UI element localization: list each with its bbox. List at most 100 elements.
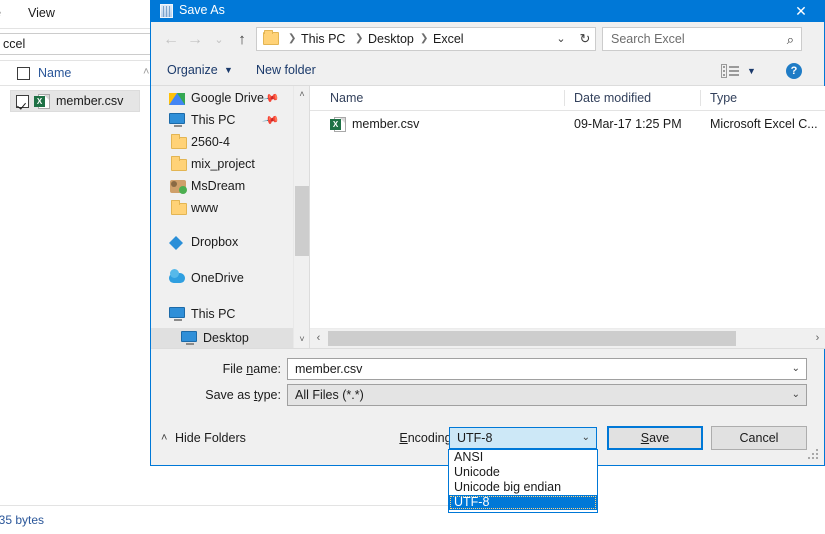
breadcrumb[interactable]: ❯ This PC ❯ Desktop ❯ Excel (256, 27, 596, 51)
chevron-down-icon[interactable]: ⌄ (582, 432, 590, 443)
save-as-type-label: Save as type: (181, 388, 281, 402)
up-icon[interactable]: ↑ (231, 29, 253, 51)
bg-status-bar: 135 bytes (0, 505, 452, 534)
bg-file-checkbox[interactable] (16, 95, 29, 108)
table-row[interactable]: X member.csv 09-Mar-17 1:25 PM Microsoft… (310, 114, 825, 136)
dropdown-option-ansi[interactable]: ANSI (449, 450, 597, 465)
scroll-down-icon[interactable]: ˅ (294, 331, 309, 348)
breadcrumb-dropdown-icon[interactable]: ⌄ (550, 27, 572, 51)
bg-file-name: member.csv (56, 94, 124, 108)
organize-button[interactable]: Organize (167, 63, 218, 77)
sidebar-item-this-pc-tree[interactable]: This PC (151, 304, 293, 326)
resize-grip[interactable] (808, 449, 820, 461)
file-name-label-post: ame: (253, 362, 281, 376)
csv-file-icon: X (330, 117, 346, 133)
chevron-down-icon[interactable]: ⌄ (792, 389, 800, 400)
save-type-label-post: ype: (257, 388, 281, 402)
recent-locations-icon[interactable]: ⌄ (208, 29, 230, 51)
column-divider[interactable] (700, 90, 701, 106)
sidebar-item-msdream[interactable]: MsDream (151, 176, 293, 198)
encoding-label-post: ncoding: (407, 431, 455, 445)
sidebar-item-2560-4[interactable]: 2560-4 (151, 132, 293, 154)
window-icon (160, 4, 173, 18)
dialog-title-bar: Save As ✕ (151, 0, 824, 22)
onedrive-icon (169, 269, 185, 283)
file-type-cell: Microsoft Excel C... (710, 117, 818, 131)
save-as-type-select[interactable]: All Files (*.*) ⌄ (287, 384, 807, 406)
sidebar-item-google-drive[interactable]: Google Drive 📌 (151, 88, 293, 110)
scroll-up-icon[interactable]: ˄ (294, 86, 309, 103)
dropdown-option-utf-8[interactable]: UTF-8 (449, 495, 597, 510)
bg-select-all-checkbox[interactable] (17, 67, 30, 80)
save-as-type-value: All Files (*.*) (295, 388, 364, 402)
file-name-input[interactable]: member.csv ⌄ (287, 358, 807, 380)
sidebar-item-label: OneDrive (191, 271, 244, 285)
cancel-button[interactable]: Cancel (711, 426, 807, 450)
chevron-down-icon[interactable]: ▼ (224, 65, 233, 75)
sidebar-item-mix-project[interactable]: mix_project (151, 154, 293, 176)
view-chevron-down-icon[interactable]: ▼ (747, 66, 756, 76)
bg-address-text: ccel (3, 37, 26, 51)
hide-folders-caret-icon[interactable]: ˄ (161, 432, 167, 444)
breadcrumb-item-excel[interactable]: Excel (433, 32, 464, 46)
dropdown-option-unicode[interactable]: Unicode (449, 465, 597, 480)
back-icon[interactable]: ← (160, 29, 182, 51)
forward-icon[interactable]: → (184, 29, 206, 51)
sidebar-item-label: 2560-4 (191, 135, 230, 149)
encoding-dropdown-list[interactable]: ANSI Unicode Unicode big endian UTF-8 (448, 449, 598, 513)
bg-content-area (160, 460, 452, 508)
view-layout-icon[interactable] (721, 64, 739, 78)
breadcrumb-separator: ❯ (420, 33, 429, 44)
screen: e View ccel Name ˄ X member.csv 135 byte… (0, 0, 825, 534)
sidebar-item-this-pc[interactable]: This PC 📌 (151, 110, 293, 132)
sidebar-item-label: Google Drive (191, 91, 264, 105)
save-button[interactable]: Save (607, 426, 703, 450)
encoding-select[interactable]: UTF-8 ⌄ (449, 427, 597, 449)
search-input[interactable]: Search Excel ⌕ (602, 27, 802, 51)
sidebar-item-www[interactable]: www (151, 198, 293, 220)
sidebar-item-desktop[interactable]: Desktop (151, 328, 309, 348)
bg-tab-view[interactable]: View (28, 6, 55, 20)
breadcrumb-item-this-pc[interactable]: This PC (301, 32, 345, 46)
column-header-date-modified[interactable]: Date modified (574, 91, 651, 105)
file-list-pane: Name Date modified Type X member.csv 09-… (310, 86, 825, 348)
scrollbar-thumb[interactable] (328, 331, 736, 346)
refresh-icon[interactable]: ↻ (574, 27, 596, 51)
scroll-left-icon[interactable]: ‹ (310, 329, 327, 348)
file-list-horizontal-scrollbar[interactable]: ‹ › (310, 328, 825, 348)
sidebar-item-label: Dropbox (191, 235, 239, 249)
bg-column-name[interactable]: Name (38, 66, 71, 80)
dropbox-icon (169, 236, 183, 250)
chevron-down-icon[interactable]: ⌄ (792, 363, 800, 374)
bg-status-text: 135 bytes (0, 513, 45, 527)
sidebar-item-dropbox[interactable]: Dropbox (151, 232, 293, 254)
close-icon[interactable]: ✕ (778, 0, 824, 22)
hide-folders-button[interactable]: Hide Folders (175, 431, 246, 445)
sidebar-item-label: This PC (191, 307, 236, 321)
file-list-column-headers: Name Date modified Type (310, 86, 825, 111)
nav-pane-scrollbar[interactable]: ˄ ˅ (293, 86, 309, 348)
pane-bottom-divider (151, 348, 825, 349)
file-name-label-pre: File (222, 362, 247, 376)
scroll-right-icon[interactable]: › (809, 329, 825, 348)
scrollbar-thumb[interactable] (295, 186, 309, 256)
dropdown-option-unicode-big-endian[interactable]: Unicode big endian (449, 480, 597, 495)
users-icon (170, 180, 187, 194)
navigation-pane: Google Drive 📌 This PC 📌 2560-4 mix_proj… (151, 86, 309, 348)
bg-tab-file[interactable]: e (0, 6, 1, 20)
search-icon: ⌕ (786, 32, 794, 47)
column-header-type[interactable]: Type (710, 91, 737, 105)
gdrive-icon (169, 93, 185, 105)
sidebar-item-onedrive[interactable]: OneDrive (151, 268, 293, 290)
help-icon[interactable]: ? (786, 63, 802, 79)
sidebar-item-label: Desktop (203, 331, 249, 345)
column-header-name[interactable]: Name (330, 91, 363, 105)
folder-icon (171, 156, 187, 171)
folder-icon (263, 30, 279, 45)
breadcrumb-item-desktop[interactable]: Desktop (368, 32, 414, 46)
sidebar-item-label: MsDream (191, 179, 246, 193)
monitor-icon (169, 113, 185, 127)
column-divider[interactable] (564, 90, 565, 106)
new-folder-button[interactable]: New folder (256, 63, 316, 77)
encoding-value: UTF-8 (457, 431, 493, 445)
